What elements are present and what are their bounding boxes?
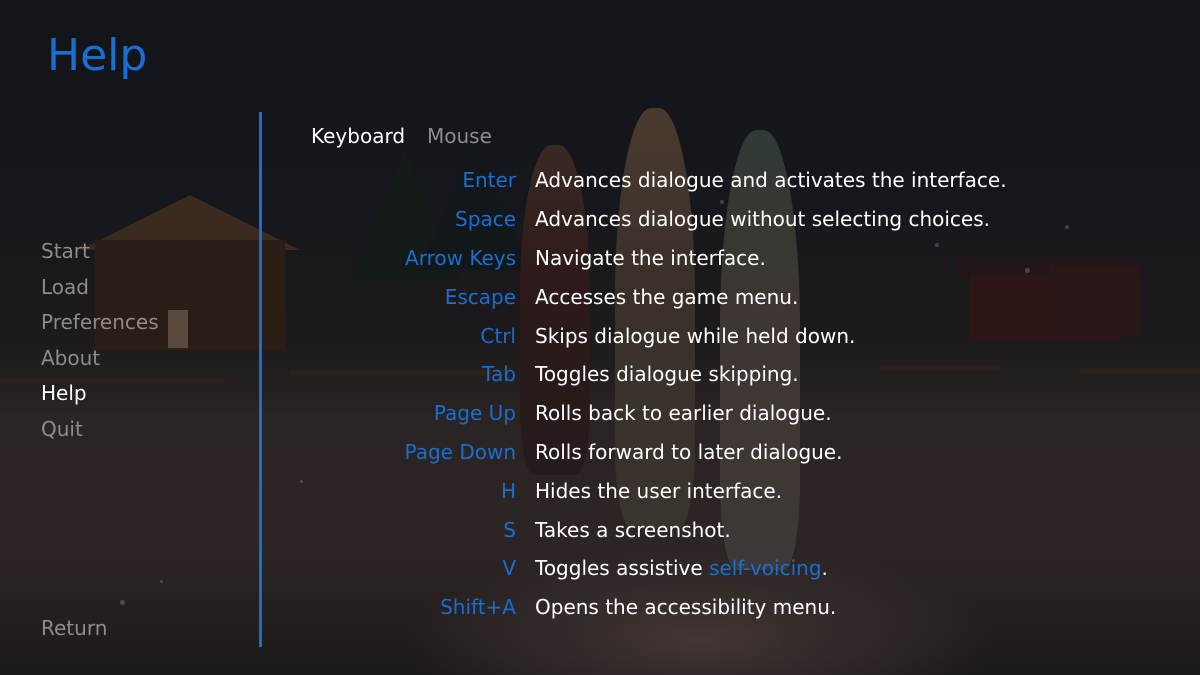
help-key: Tab [482,362,516,387]
help-row-ctrl: Ctrl Skips dialogue while held down. [300,316,1007,355]
help-key: S [503,517,516,542]
help-description: Accesses the game menu. [535,284,799,309]
self-voicing-link[interactable]: self-voicing [709,556,821,580]
return-button[interactable]: Return [41,616,107,640]
help-row-space: Space Advances dialogue without selectin… [300,200,1007,239]
nav-item-about[interactable]: About [41,341,159,377]
main-menu: Start Load Preferences About Help Quit [41,234,159,448]
help-key: Ctrl [480,323,516,348]
help-description: Advances dialogue and activates the inte… [535,168,1007,193]
help-key: Page Down [404,439,516,464]
help-description: Navigate the interface. [535,245,766,270]
help-row-page-down: Page Down Rolls forward to later dialogu… [300,433,1007,472]
help-row-escape: Escape Accesses the game menu. [300,277,1007,316]
help-key: Escape [444,284,516,309]
keyboard-help-list: Enter Advances dialogue and activates th… [300,161,1007,627]
help-description: Skips dialogue while held down. [535,323,856,348]
nav-item-quit[interactable]: Quit [41,412,159,448]
help-row-s: S Takes a screenshot. [300,510,1007,549]
tab-mouse[interactable]: Mouse [427,124,492,148]
help-row-tab: Tab Toggles dialogue skipping. [300,355,1007,394]
help-description: Toggles dialogue skipping. [535,362,799,387]
help-key: Page Up [433,401,516,426]
help-description: Takes a screenshot. [535,517,731,542]
tab-keyboard[interactable]: Keyboard [311,124,405,148]
help-row-arrow-keys: Arrow Keys Navigate the interface. [300,239,1007,278]
help-key: Space [455,207,516,232]
help-key: Arrow Keys [405,245,516,270]
help-description: Toggles assistive self-voicing. [535,556,828,580]
help-key: Enter [462,168,516,193]
help-row-shift-a: Shift+A Opens the accessibility menu. [300,588,1007,627]
nav-item-start[interactable]: Start [41,234,159,270]
help-row-h: H Hides the user interface. [300,471,1007,510]
help-description: Opens the accessibility menu. [535,595,837,620]
menu-divider [259,112,262,647]
nav-item-help[interactable]: Help [41,376,159,412]
help-description: Rolls forward to later dialogue. [535,439,843,464]
nav-item-load[interactable]: Load [41,270,159,306]
help-description: Hides the user interface. [535,478,783,503]
help-row-page-up: Page Up Rolls back to earlier dialogue. [300,394,1007,433]
help-description: Rolls back to earlier dialogue. [535,401,832,426]
nav-item-preferences[interactable]: Preferences [41,305,159,341]
page-title: Help [47,30,148,81]
help-key: Shift+A [440,595,516,620]
help-row-enter: Enter Advances dialogue and activates th… [300,161,1007,200]
help-row-v: V Toggles assistive self-voicing. [300,549,1007,588]
help-tabs: Keyboard Mouse [311,124,492,148]
help-description: Advances dialogue without selecting choi… [535,207,990,232]
help-screen: Help Start Load Preferences About Help Q… [0,0,1200,675]
help-description-suffix: . [821,556,828,581]
help-key: V [502,556,516,581]
help-key: H [500,478,516,503]
help-description-prefix: Toggles assistive [535,556,710,581]
